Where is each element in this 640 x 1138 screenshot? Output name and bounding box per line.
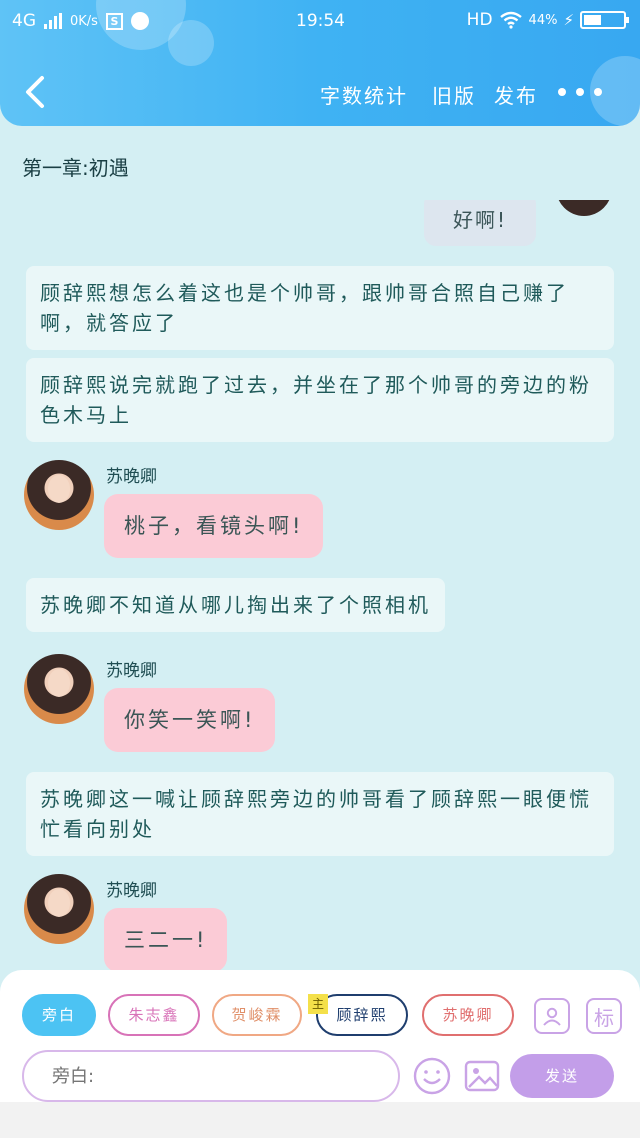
narration-bubble[interactable]: 顾辞熙想怎么着这也是个帅哥，跟帅哥合照自己赚了啊，就答应了 <box>26 266 614 350</box>
network-label: 4G <box>12 11 36 31</box>
battery-percent: 44% <box>528 12 558 28</box>
character-avatar[interactable] <box>24 654 94 724</box>
user-icon <box>543 1007 561 1026</box>
more-icon[interactable] <box>558 78 602 106</box>
old-version-link[interactable]: 旧版 <box>432 80 476 109</box>
chapter-title: 第一章:初遇 <box>22 156 129 180</box>
speaker-name: 苏晚卿 <box>106 467 157 487</box>
nav-bar: 字数统计 旧版 发布 <box>0 60 640 124</box>
speaker-name: 苏晚卿 <box>106 661 157 681</box>
add-character-button[interactable] <box>534 998 570 1034</box>
chat-area[interactable]: 好啊! 顾辞熙想怎么着这也是个帅哥，跟帅哥合照自己赚了啊，就答应了 顾辞熙说完就… <box>0 200 640 970</box>
back-button[interactable] <box>16 70 56 114</box>
character-message-bubble[interactable]: 三二一! <box>104 908 228 970</box>
character-message-bubble[interactable]: 你笑一笑啊! <box>104 688 276 752</box>
speaker-name: 苏晚卿 <box>106 881 157 901</box>
publish-link[interactable]: 发布 <box>494 80 538 109</box>
self-message-bubble[interactable]: 好啊! <box>424 200 536 246</box>
narration-bubble[interactable]: 苏晚卿这一喊让顾辞熙旁边的帅哥看了顾辞熙一眼便慌忙看向别处 <box>26 772 614 856</box>
character-chip[interactable]: 顾辞熙 <box>316 994 408 1036</box>
image-icon[interactable] <box>462 1056 502 1096</box>
emoji-icon[interactable] <box>412 1056 452 1096</box>
word-count-link[interactable]: 字数统计 <box>320 80 408 109</box>
character-chip[interactable]: 贺峻霖 <box>212 994 302 1036</box>
character-avatar[interactable] <box>24 874 94 944</box>
narration-bubble[interactable]: 顾辞熙说完就跑了过去，并坐在了那个帅哥的旁边的粉色木马上 <box>26 358 614 442</box>
top-header: 4G 0K/s S 19:54 HD 44% ⚡ 字数统计 旧版 发布 <box>0 0 640 126</box>
message-input[interactable] <box>22 1050 400 1102</box>
character-avatar[interactable] <box>24 460 94 530</box>
chevron-left-icon <box>26 76 44 108</box>
narration-bubble[interactable]: 苏晚卿不知道从哪儿掏出来了个照相机 <box>26 578 445 632</box>
character-chip[interactable]: 苏晚卿 <box>422 994 514 1036</box>
system-nav-strip <box>0 1102 640 1138</box>
character-message-bubble[interactable]: 桃子，看镜头啊! <box>104 494 324 558</box>
battery-level <box>584 15 601 25</box>
character-chip-narrator[interactable]: 旁白 <box>22 994 96 1036</box>
app-notification-icon <box>130 12 149 30</box>
battery-icon <box>580 11 629 29</box>
character-chip[interactable]: 朱志鑫 <box>108 994 200 1036</box>
s-app-icon: S <box>105 12 123 30</box>
net-speed: 0K/s <box>70 13 98 29</box>
status-bar: 4G 0K/s S 19:54 HD 44% ⚡ <box>0 0 640 44</box>
self-avatar[interactable] <box>556 200 612 216</box>
wifi-icon <box>499 11 522 29</box>
charging-icon: ⚡ <box>563 11 574 29</box>
lead-tag: 主 <box>308 994 328 1014</box>
tag-button[interactable]: 标 <box>586 998 622 1034</box>
signal-icon <box>44 13 62 29</box>
hd-label: HD <box>466 10 493 30</box>
send-button[interactable]: 发送 <box>510 1054 614 1098</box>
clock: 19:54 <box>296 11 345 31</box>
